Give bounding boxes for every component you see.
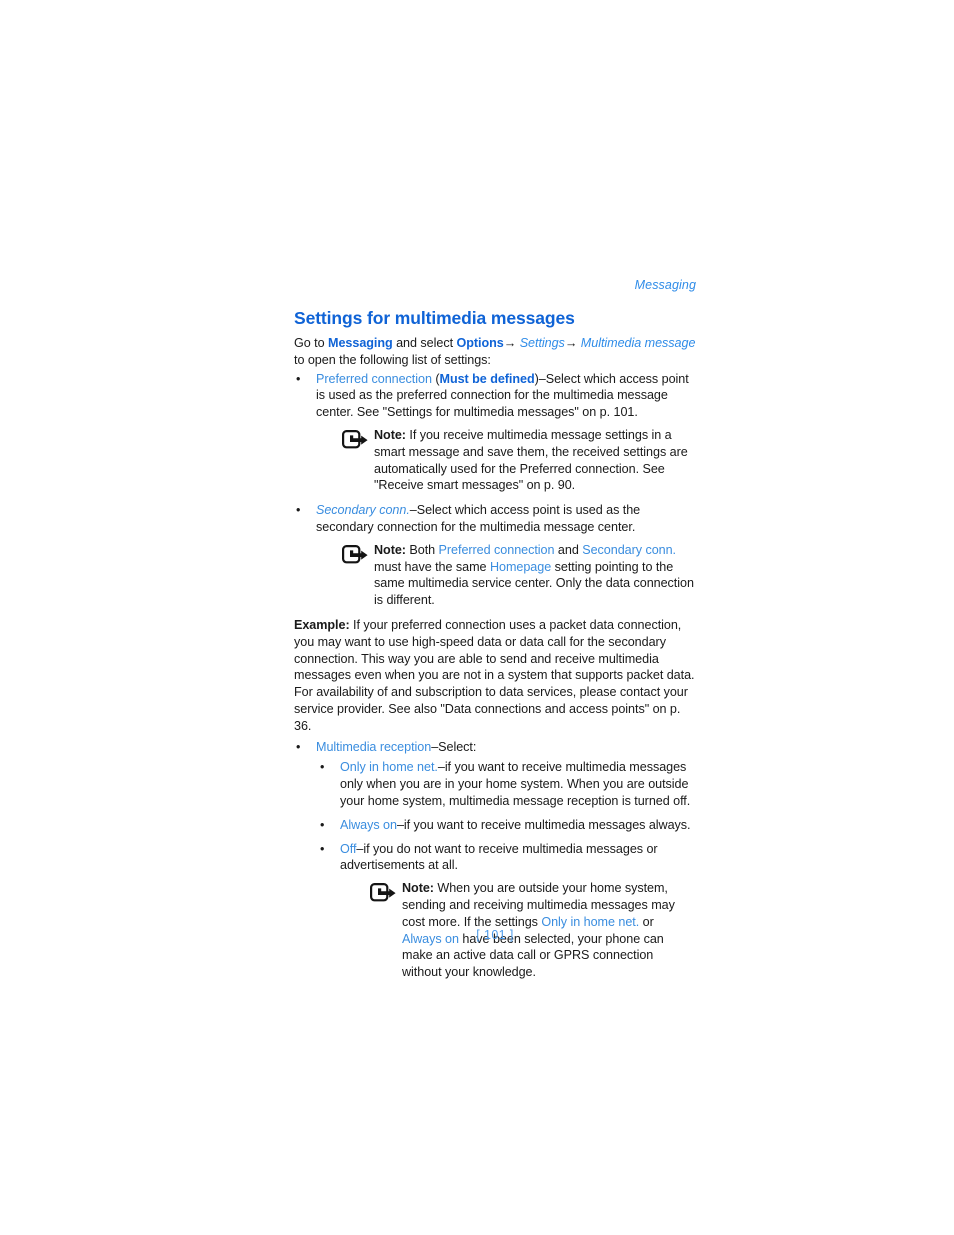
note-text-2: Note: Both Preferred connection and Seco… — [374, 543, 694, 607]
intro-and-select: and select — [392, 336, 457, 350]
note-text-1: Note: If you receive multimedia message … — [374, 428, 688, 492]
example-paragraph: Example: If your preferred connection us… — [294, 617, 696, 735]
bullet-icon: • — [320, 841, 325, 856]
note-link-preferred-connection[interactable]: Preferred connection — [439, 543, 555, 557]
list-item-secondary-conn: • Secondary conn.–Select which access poi… — [294, 502, 696, 609]
bullet-icon: • — [320, 817, 325, 832]
note-label-2: Note: — [374, 542, 406, 557]
note-label-1: Note: — [374, 427, 406, 442]
note-block-1: Note: If you receive multimedia message … — [316, 427, 696, 494]
term-always-on[interactable]: Always on — [340, 818, 397, 832]
list-item-only-in-home-net: • Only in home net.–if you want to receiv… — [316, 759, 696, 809]
note-body-3-part2: or — [639, 914, 654, 929]
note-pointer-icon — [370, 883, 397, 902]
example-body: If your preferred connection uses a pack… — [294, 617, 695, 733]
note-label-3: Note: — [402, 881, 434, 896]
settings-bullet-list: • Preferred connection (Must be defined)–… — [294, 371, 696, 609]
desc-off: –if you do not want to receive multimedi… — [340, 841, 658, 873]
term-only-in-home-net[interactable]: Only in home net. — [340, 760, 438, 774]
term-off[interactable]: Off — [340, 842, 356, 856]
bullet-icon: • — [296, 371, 301, 386]
reception-bullet-list: • Multimedia reception–Select: • Only in h… — [294, 739, 696, 981]
note-pointer-icon — [342, 429, 369, 449]
note-body-2-part3: must have the same — [374, 559, 490, 574]
arrow-icon-1: → — [503, 336, 517, 350]
note-block-2: Note: Both Preferred connection and Seco… — [316, 542, 696, 609]
reception-options-list: • Only in home net. –if you want to receiv… — [316, 759, 696, 981]
note-body-2-part2: and — [554, 542, 583, 557]
note-pointer-icon — [342, 544, 369, 564]
note-body-2-part1: Both — [405, 542, 439, 557]
note-link-secondary-conn[interactable]: Secondary conn. — [582, 543, 676, 557]
note-link-homepage[interactable]: Homepage — [490, 560, 551, 574]
list-item-off: • Off–if you do not want to receive multi… — [316, 841, 696, 981]
link-options[interactable]: Options — [456, 336, 503, 350]
desc-multimedia-reception: –Select: — [431, 739, 477, 754]
term-secondary-conn[interactable]: Secondary conn. — [316, 503, 410, 517]
page-title: Settings for multimedia messages — [294, 308, 575, 328]
list-item-multimedia-reception: • Multimedia reception–Select: • Only in h… — [294, 739, 696, 981]
link-settings[interactable]: Settings — [516, 336, 565, 350]
intro-line-2: to open the following list of settings: — [294, 352, 491, 367]
note-link-only-in-home-net[interactable]: Only in home net. — [541, 915, 639, 929]
running-header: Messaging — [634, 278, 696, 292]
intro-paragraph: Go to Messaging and select Options→ Sett… — [294, 335, 696, 369]
intro-prefix: Go to — [294, 336, 329, 350]
link-messaging[interactable]: Messaging — [328, 336, 393, 350]
list-item-preferred-connection: • Preferred connection (Must be defined)–… — [294, 371, 696, 495]
bullet-icon: • — [296, 739, 301, 754]
desc-always-on: –if you want to receive multimedia messa… — [396, 817, 691, 832]
bullet-icon: • — [320, 760, 325, 775]
document-page: Messaging Settings for multimedia messag… — [0, 0, 954, 1235]
page-number: [ 101 ] — [476, 928, 514, 942]
page-content: Messaging Settings for multimedia messag… — [294, 278, 696, 989]
list-item-always-on: • Always on–if you want to receive multim… — [316, 817, 696, 834]
term-multimedia-reception[interactable]: Multimedia reception — [316, 740, 431, 754]
bullet-icon: • — [296, 503, 301, 518]
example-label: Example: — [294, 617, 350, 632]
note-body-1: If you receive multimedia message settin… — [374, 427, 688, 493]
term-preferred-connection[interactable]: Preferred connection — [316, 372, 432, 386]
arrow-icon-2: → — [564, 336, 578, 350]
paren-open: ( — [431, 371, 440, 386]
term-must-be-defined[interactable]: Must be defined — [440, 372, 535, 386]
link-multimedia-message[interactable]: Multimedia message — [577, 336, 696, 350]
